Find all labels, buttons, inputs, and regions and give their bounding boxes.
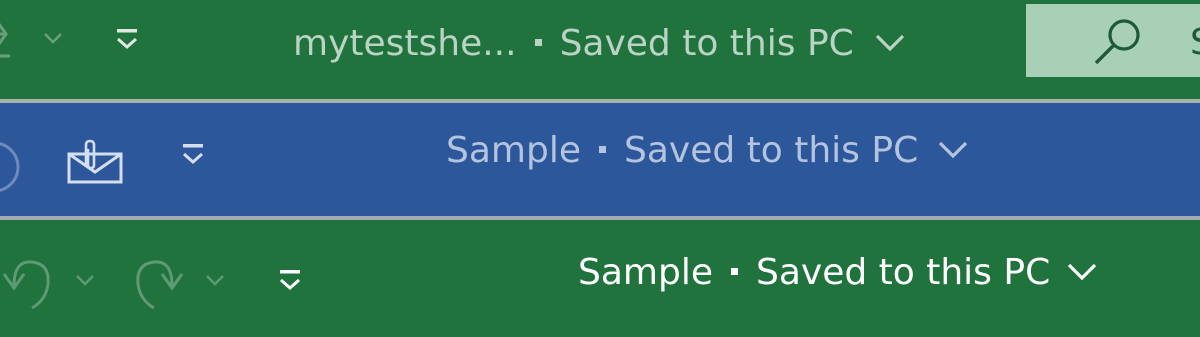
dropdown-chevron-icon[interactable]	[42, 30, 64, 46]
excel-title-bar-top: mytestshe... Saved to this PC S	[0, 0, 1200, 99]
file-title[interactable]: Sample Saved to this PC	[578, 255, 1050, 291]
search-placeholder-partial: S	[1190, 22, 1200, 63]
redo-dropdown-icon[interactable]	[204, 272, 226, 288]
file-title[interactable]: Sample Saved to this PC	[446, 133, 918, 169]
customize-qat-icon[interactable]	[277, 267, 303, 297]
separator-dot	[730, 267, 738, 275]
undo-icon[interactable]	[0, 254, 56, 314]
excel-title-bar-bottom: Sample Saved to this PC	[0, 220, 1200, 337]
file-name: mytestshe...	[293, 23, 517, 64]
separator-dot	[598, 145, 606, 153]
file-name: Sample	[446, 130, 581, 171]
customize-qat-icon[interactable]	[180, 141, 206, 171]
customize-qat-icon[interactable]	[114, 26, 140, 56]
title-chevron-down-icon[interactable]	[874, 32, 906, 54]
search-icon	[1094, 19, 1140, 65]
redo-partial-icon[interactable]	[0, 12, 32, 72]
title-chevron-down-icon[interactable]	[1066, 261, 1098, 283]
circle-partial-icon[interactable]	[0, 139, 28, 195]
save-status: Saved to this PC	[755, 252, 1051, 293]
file-title[interactable]: mytestshe... Saved to this PC	[293, 26, 854, 62]
save-status: Saved to this PC	[623, 130, 919, 171]
search-box[interactable]: S	[1026, 4, 1200, 77]
email-attachment-icon[interactable]	[66, 139, 126, 187]
word-title-bar: Sample Saved to this PC	[0, 103, 1200, 216]
title-chevron-down-icon[interactable]	[937, 139, 969, 161]
undo-dropdown-icon[interactable]	[74, 272, 96, 288]
redo-icon[interactable]	[130, 254, 188, 314]
separator-dot	[534, 38, 542, 46]
file-name: Sample	[578, 252, 713, 293]
save-status: Saved to this PC	[559, 23, 854, 64]
